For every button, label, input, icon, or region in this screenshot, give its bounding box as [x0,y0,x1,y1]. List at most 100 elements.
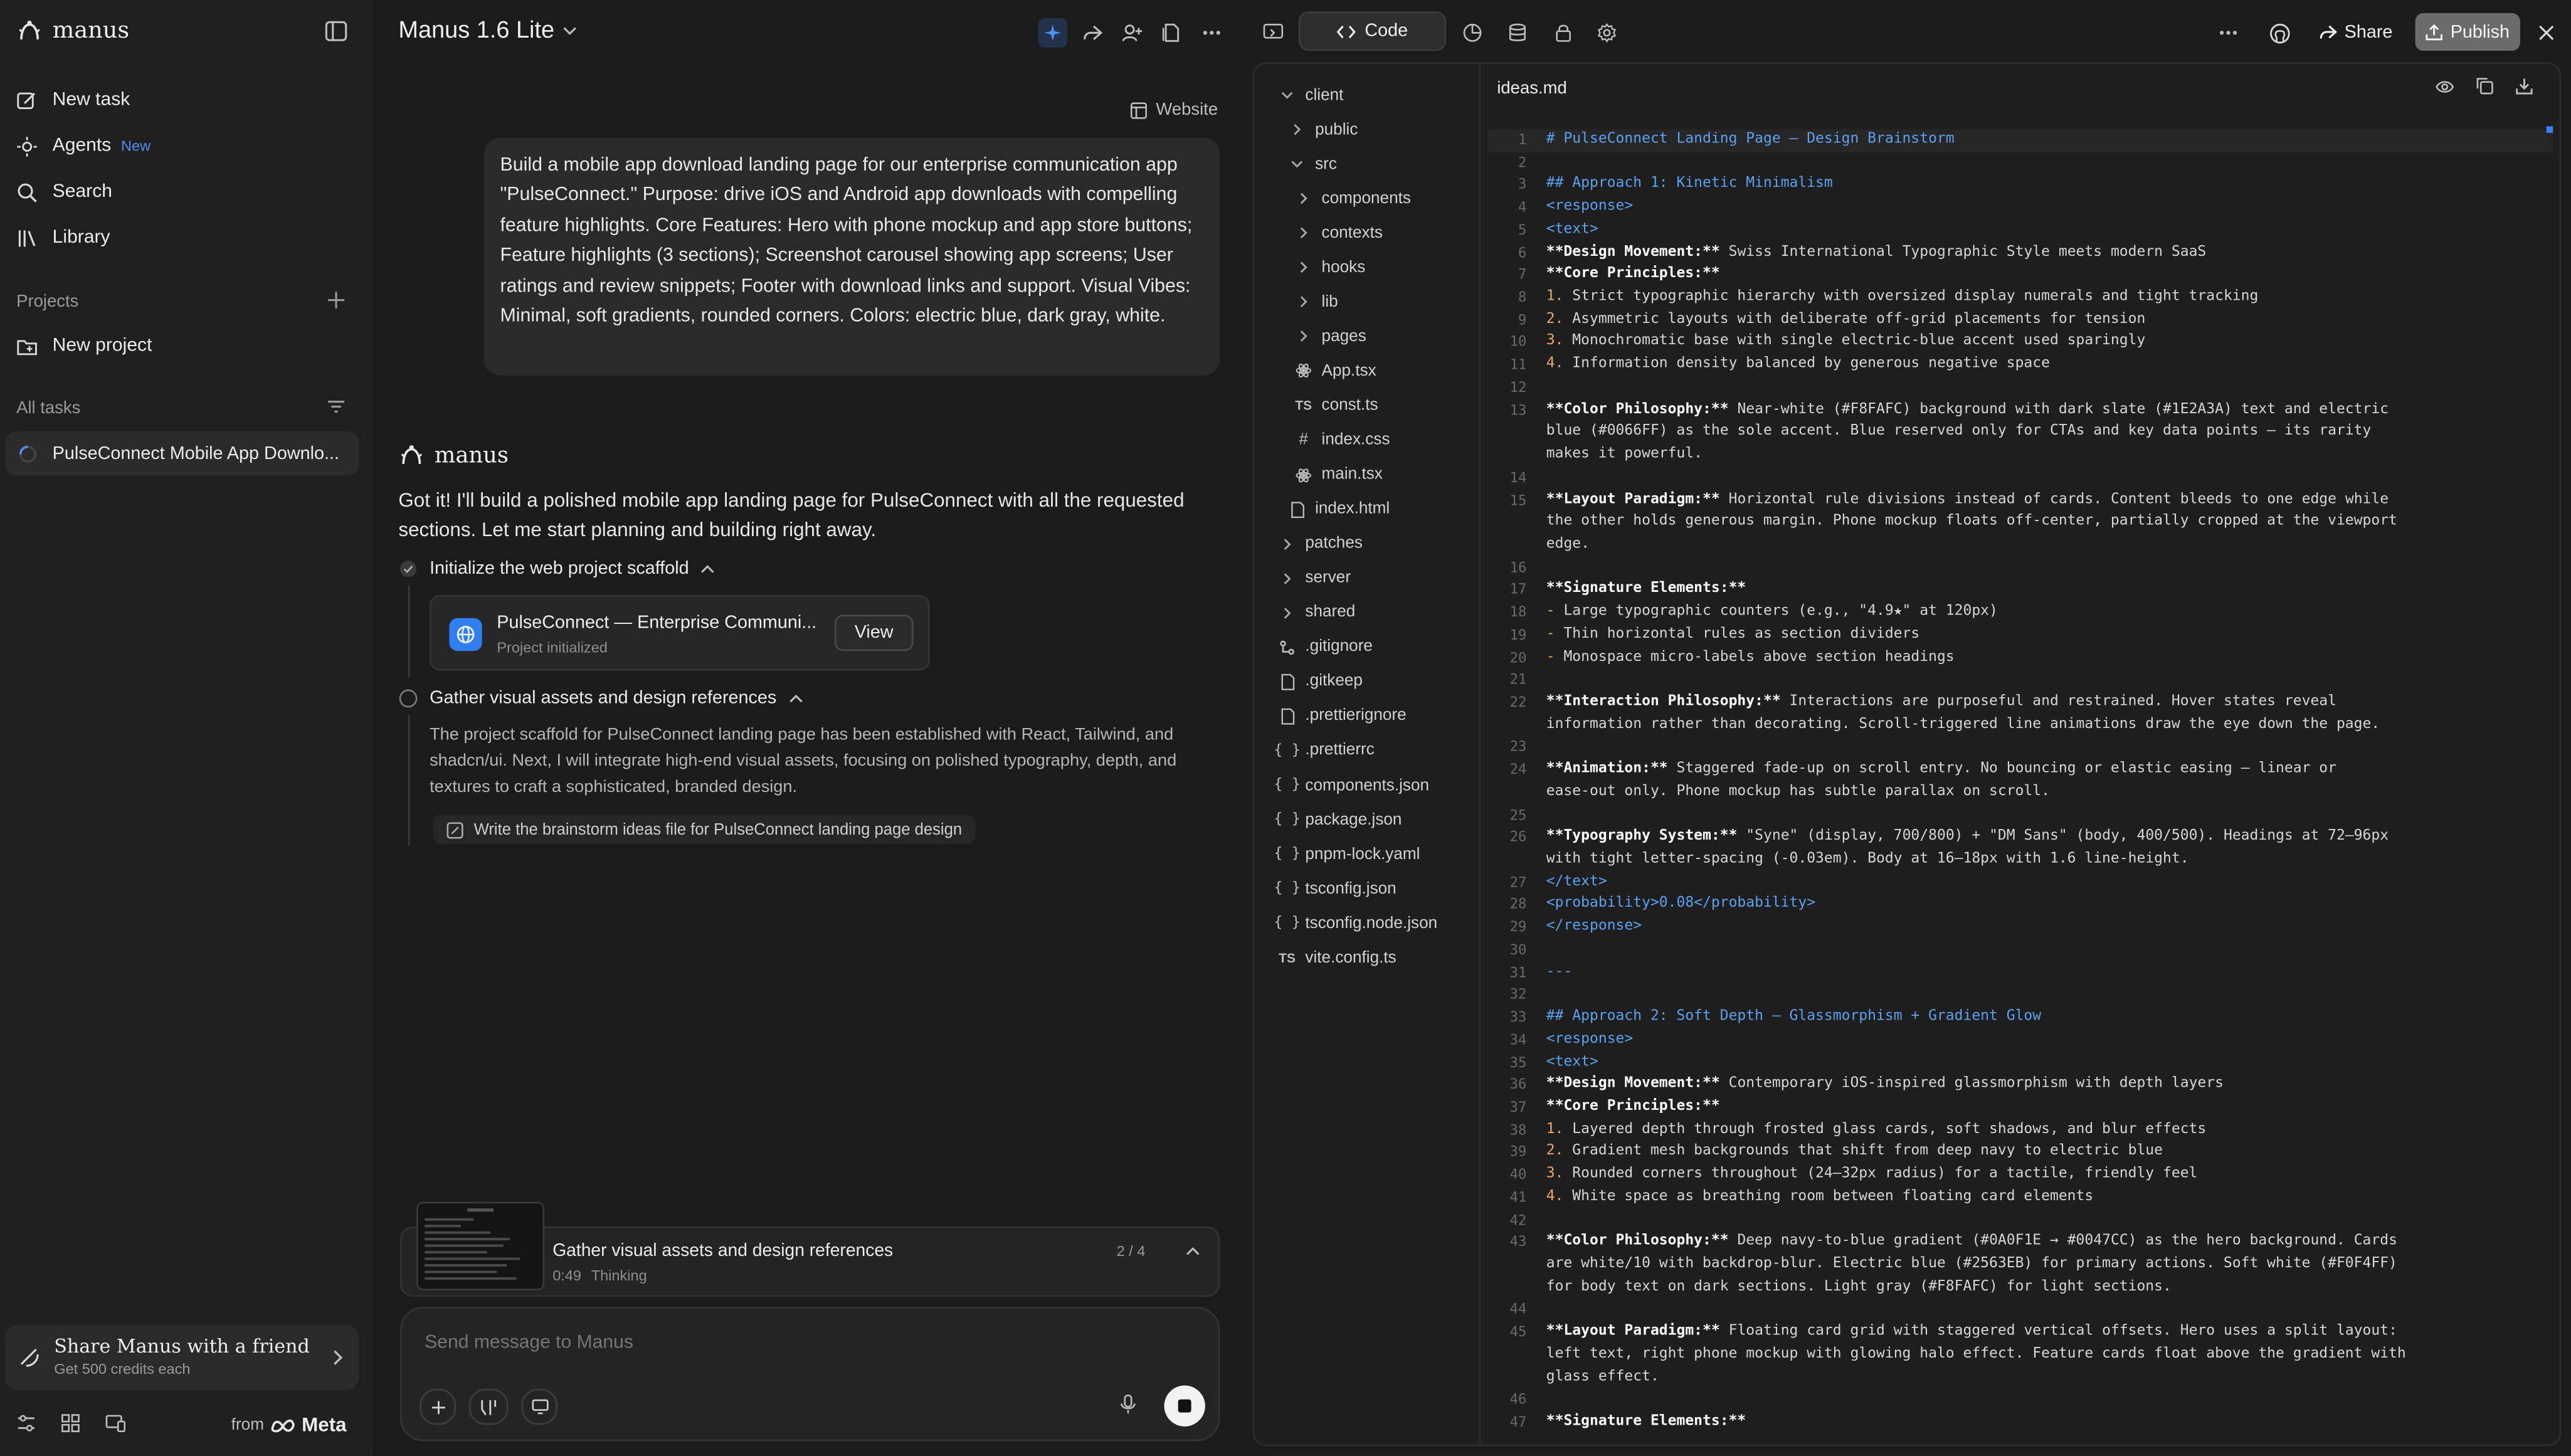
files-icon[interactable] [1156,18,1185,48]
eye-icon[interactable] [2435,79,2454,95]
code-line[interactable]: 2. Gradient mesh backgrounds that shift … [1546,1144,2163,1160]
tree-item-contexts[interactable]: contexts [1294,220,1383,246]
nav-new-task[interactable]: New task [16,82,130,119]
panel-toggle-icon[interactable] [1258,18,1287,48]
code-line[interactable]: </text> [1546,873,1607,890]
microphone-icon[interactable] [1120,1394,1136,1415]
tree-item-const-ts[interactable]: TS const.ts [1294,393,1378,419]
code-line[interactable]: <response> [1546,1031,1634,1047]
code-line[interactable]: - Monospace micro-labels above section h… [1546,648,1955,665]
database-icon[interactable] [1502,18,1531,48]
toggle-sidebar-icon[interactable] [325,19,348,43]
tree-item-index-css[interactable]: # index.css [1294,427,1390,453]
tree-item-components[interactable]: components [1294,186,1411,212]
preview-thumbnail[interactable] [416,1201,545,1290]
code-line[interactable]: --- [1546,964,1573,980]
tree-item-tsconfig-node-json[interactable]: { } tsconfig.node.json [1274,910,1437,937]
lock-icon[interactable] [1548,18,1577,48]
tree-item-pnpm-lock-yaml[interactable]: { } pnpm-lock.yaml [1274,841,1420,868]
code-line[interactable]: **Color Philosophy:** Deep navy-to-blue … [1546,1233,2397,1250]
new-project-button[interactable]: New project [16,328,152,364]
code-line[interactable]: ## Approach 1: Kinetic Minimalism [1546,176,1833,193]
code-line[interactable]: blue (#0066FF) as the sole accent. Blue … [1546,424,2372,440]
code-line[interactable]: ## Approach 2: Soft Depth — Glassmorphis… [1546,1008,2041,1025]
code-line[interactable]: **Core Principles:** [1546,266,1720,282]
tree-item-pages[interactable]: pages [1294,324,1366,350]
code-line[interactable]: **Signature Elements:** [1546,581,1746,598]
tree-item-patches[interactable]: patches [1277,530,1363,557]
tree-item-lib[interactable]: lib [1294,289,1338,315]
tree-item-prettierignore[interactable]: .prettierignore [1277,703,1407,729]
tree-item-tsconfig-json[interactable]: { } tsconfig.json [1274,876,1396,902]
apps-grid-icon[interactable] [61,1413,80,1433]
code-line[interactable]: **Color Philosophy:** Near-white (#F8FAF… [1546,401,2389,418]
nav-search[interactable]: Search [16,174,112,210]
code-line[interactable]: **Design Movement:** Contemporary iOS-in… [1546,1076,2224,1092]
chevron-up-icon[interactable] [1186,1246,1201,1256]
code-line[interactable]: ease-out only. Phone mockup has subtle p… [1546,784,2050,800]
model-selector[interactable]: Manus 1.6 Lite [398,18,577,45]
publish-button[interactable]: Publish [2415,13,2520,51]
code-line[interactable]: **Interaction Philosophy:** Interactions… [1546,694,2336,710]
code-line[interactable]: **Layout Paradigm:** Horizontal rule div… [1546,491,2389,507]
code-line[interactable]: 1. Layered depth through frosted glass c… [1546,1121,2206,1137]
code-line[interactable]: <response> [1546,199,1634,215]
tree-item-prettierrc[interactable]: { } .prettierrc [1274,737,1374,764]
step-1[interactable]: Initialize the web project scaffold [398,559,715,579]
connectors-icon[interactable] [468,1388,509,1425]
code-line[interactable]: for body text on dark sections. Light gr… [1546,1279,2172,1295]
subtask-chip[interactable]: Write the brainstorm ideas file for Puls… [433,815,976,845]
share-button[interactable]: Share [2307,13,2404,51]
step-2[interactable]: Gather visual assets and design referenc… [398,688,803,709]
code-line[interactable]: are white/10 with backdrop-blur. Electri… [1546,1256,2397,1272]
tree-item-hooks[interactable]: hooks [1294,255,1365,281]
nav-library[interactable]: Library [16,219,110,256]
analytics-icon[interactable] [1458,18,1487,48]
code-line[interactable]: 3. Rounded corners throughout (24–32px r… [1546,1166,2198,1182]
code-line[interactable]: 4. White space as breathing room between… [1546,1188,2093,1205]
message-input[interactable] [421,1324,1199,1361]
add-user-icon[interactable] [1117,18,1146,48]
settings-sliders-icon[interactable] [16,1413,36,1433]
brand[interactable]: manus [16,18,129,45]
tree-item-gitignore[interactable]: .gitignore [1277,634,1373,660]
project-card[interactable]: PulseConnect — Enterprise Communi... Pro… [430,595,930,671]
website-chip[interactable]: Website [1130,100,1218,120]
tree-item-components-json[interactable]: { } components.json [1274,773,1429,799]
share-banner[interactable]: Share Manus with a friend Get 500 credit… [4,1324,359,1391]
code-line[interactable]: **Design Movement:** Swiss International… [1546,244,2207,260]
github-icon[interactable] [2264,18,2294,48]
code-line[interactable]: - Large typographic counters (e.g., "4.9… [1546,604,1998,620]
code-line[interactable]: **Layout Paradigm:** Floating card grid … [1546,1324,2397,1340]
stop-icon[interactable] [1164,1385,1205,1427]
code-line[interactable]: edge. [1546,536,1590,552]
task-item-active[interactable]: PulseConnect Mobile App Downlo... [4,431,359,476]
tree-item-gitkeep[interactable]: .gitkeep [1277,668,1363,695]
tree-item-client[interactable]: client [1277,82,1343,108]
code-line[interactable]: 3. Monochromatic base with single electr… [1546,334,2146,350]
code-line[interactable]: # PulseConnect Landing Page — Design Bra… [1546,131,1955,147]
tree-item-app-tsx[interactable]: App.tsx [1294,358,1376,384]
nav-agents[interactable]: Agents New [16,128,150,164]
code-line[interactable]: **Animation:** Staggered fade-up on scro… [1546,761,2336,778]
filter-icon[interactable] [326,397,346,416]
tree-item-vite-config-ts[interactable]: TS vite.config.ts [1277,945,1396,971]
code-line[interactable]: 1. Strict typographic hierarchy with ove… [1546,288,2259,305]
code-line[interactable]: 2. Asymmetric layouts with deliberate of… [1546,311,2146,327]
tree-item-main-tsx[interactable]: main.tsx [1294,462,1383,488]
tree-item-server[interactable]: server [1277,565,1351,591]
tree-item-public[interactable]: public [1287,117,1358,143]
code-line[interactable]: **Core Principles:** [1546,1099,1720,1115]
plus-icon[interactable] [420,1388,456,1425]
copy-icon[interactable] [2476,77,2494,95]
add-project-icon[interactable] [326,290,346,310]
code-line[interactable]: glass effect. [1546,1368,1659,1385]
share-arrow-icon[interactable] [1077,18,1107,48]
tab-code[interactable]: Code [1298,11,1447,51]
code-line[interactable]: </response> [1546,919,1642,935]
download-icon[interactable] [2515,77,2533,95]
close-icon[interactable] [2531,18,2561,48]
code-line[interactable]: **Typography System:** "Syne" (display, … [1546,828,2389,845]
tree-item-package-json[interactable]: { } package.json [1274,807,1402,833]
more-options-icon[interactable] [2214,18,2243,48]
